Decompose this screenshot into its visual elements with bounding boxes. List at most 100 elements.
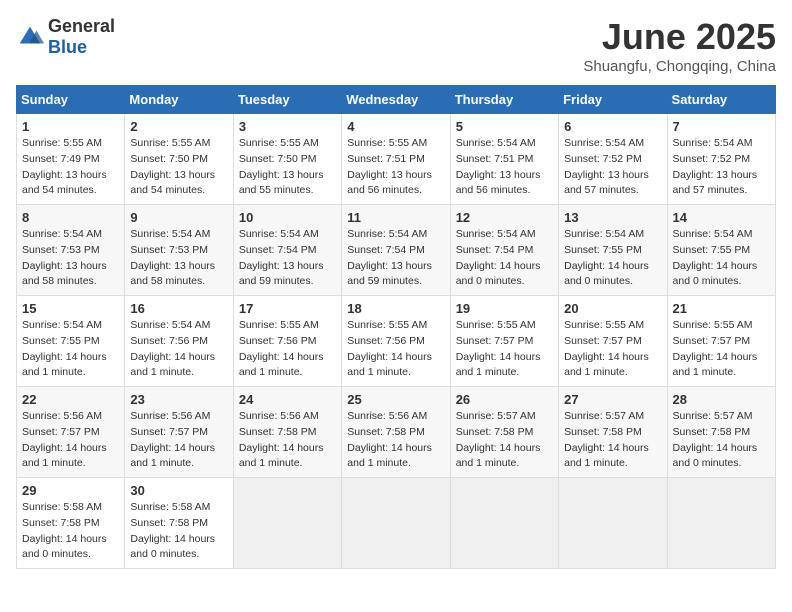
table-row: 29 Sunrise: 5:58 AM Sunset: 7:58 PM Dayl… [17, 478, 125, 569]
sunrise-label: Sunrise: 5:54 AM [456, 137, 536, 149]
day-info: Sunrise: 5:54 AM Sunset: 7:53 PM Dayligh… [130, 227, 227, 290]
day-number: 19 [456, 301, 553, 316]
daylight-label: Daylight: 13 hours and 56 minutes. [347, 169, 432, 197]
sunrise-label: Sunrise: 5:54 AM [347, 228, 427, 240]
sunset-label: Sunset: 7:58 PM [564, 426, 642, 438]
calendar-title: June 2025 [583, 16, 776, 58]
calendar-week-row: 1 Sunrise: 5:55 AM Sunset: 7:49 PM Dayli… [17, 114, 776, 205]
day-number: 7 [673, 119, 770, 134]
table-row: 24 Sunrise: 5:56 AM Sunset: 7:58 PM Dayl… [233, 387, 341, 478]
calendar-week-row: 22 Sunrise: 5:56 AM Sunset: 7:57 PM Dayl… [17, 387, 776, 478]
day-number: 24 [239, 392, 336, 407]
sunrise-label: Sunrise: 5:57 AM [564, 410, 644, 422]
table-row [342, 478, 450, 569]
sunrise-label: Sunrise: 5:56 AM [22, 410, 102, 422]
day-number: 1 [22, 119, 119, 134]
sunrise-label: Sunrise: 5:56 AM [130, 410, 210, 422]
day-info: Sunrise: 5:57 AM Sunset: 7:58 PM Dayligh… [673, 409, 770, 472]
table-row: 28 Sunrise: 5:57 AM Sunset: 7:58 PM Dayl… [667, 387, 775, 478]
sunset-label: Sunset: 7:52 PM [673, 153, 751, 165]
day-number: 22 [22, 392, 119, 407]
table-row: 30 Sunrise: 5:58 AM Sunset: 7:58 PM Dayl… [125, 478, 233, 569]
sunset-label: Sunset: 7:55 PM [22, 335, 100, 347]
sunset-label: Sunset: 7:58 PM [347, 426, 425, 438]
day-number: 16 [130, 301, 227, 316]
day-info: Sunrise: 5:58 AM Sunset: 7:58 PM Dayligh… [130, 500, 227, 563]
day-info: Sunrise: 5:56 AM Sunset: 7:58 PM Dayligh… [347, 409, 444, 472]
daylight-label: Daylight: 13 hours and 54 minutes. [130, 169, 215, 197]
sunrise-label: Sunrise: 5:55 AM [564, 319, 644, 331]
daylight-label: Daylight: 14 hours and 1 minute. [22, 351, 107, 379]
header-wednesday: Wednesday [342, 86, 450, 114]
daylight-label: Daylight: 14 hours and 0 minutes. [130, 533, 215, 561]
sunset-label: Sunset: 7:50 PM [239, 153, 317, 165]
daylight-label: Daylight: 13 hours and 58 minutes. [22, 260, 107, 288]
table-row: 11 Sunrise: 5:54 AM Sunset: 7:54 PM Dayl… [342, 205, 450, 296]
daylight-label: Daylight: 14 hours and 0 minutes. [564, 260, 649, 288]
day-info: Sunrise: 5:55 AM Sunset: 7:56 PM Dayligh… [239, 318, 336, 381]
day-info: Sunrise: 5:55 AM Sunset: 7:57 PM Dayligh… [673, 318, 770, 381]
calendar-table: Sunday Monday Tuesday Wednesday Thursday… [16, 85, 776, 569]
sunrise-label: Sunrise: 5:57 AM [673, 410, 753, 422]
day-number: 26 [456, 392, 553, 407]
sunset-label: Sunset: 7:58 PM [22, 517, 100, 529]
day-number: 10 [239, 210, 336, 225]
sunset-label: Sunset: 7:54 PM [347, 244, 425, 256]
sunset-label: Sunset: 7:57 PM [22, 426, 100, 438]
table-row [667, 478, 775, 569]
daylight-label: Daylight: 14 hours and 1 minute. [347, 351, 432, 379]
calendar-header: General Blue June 2025 Shuangfu, Chongqi… [16, 16, 776, 75]
day-info: Sunrise: 5:55 AM Sunset: 7:50 PM Dayligh… [130, 136, 227, 199]
sunrise-label: Sunrise: 5:54 AM [673, 228, 753, 240]
day-info: Sunrise: 5:54 AM Sunset: 7:55 PM Dayligh… [564, 227, 661, 290]
daylight-label: Daylight: 14 hours and 1 minute. [564, 442, 649, 470]
daylight-label: Daylight: 14 hours and 0 minutes. [22, 533, 107, 561]
table-row: 26 Sunrise: 5:57 AM Sunset: 7:58 PM Dayl… [450, 387, 558, 478]
day-number: 8 [22, 210, 119, 225]
header-monday: Monday [125, 86, 233, 114]
day-info: Sunrise: 5:54 AM Sunset: 7:55 PM Dayligh… [22, 318, 119, 381]
logo-blue: Blue [48, 37, 87, 57]
logo-general: General [48, 16, 115, 36]
day-number: 29 [22, 483, 119, 498]
header-row: Sunday Monday Tuesday Wednesday Thursday… [17, 86, 776, 114]
sunset-label: Sunset: 7:54 PM [456, 244, 534, 256]
day-info: Sunrise: 5:55 AM Sunset: 7:51 PM Dayligh… [347, 136, 444, 199]
sunrise-label: Sunrise: 5:54 AM [239, 228, 319, 240]
sunrise-label: Sunrise: 5:54 AM [130, 319, 210, 331]
daylight-label: Daylight: 13 hours and 58 minutes. [130, 260, 215, 288]
table-row: 15 Sunrise: 5:54 AM Sunset: 7:55 PM Dayl… [17, 296, 125, 387]
sunrise-label: Sunrise: 5:55 AM [347, 319, 427, 331]
sunset-label: Sunset: 7:55 PM [673, 244, 751, 256]
daylight-label: Daylight: 13 hours and 55 minutes. [239, 169, 324, 197]
header-sunday: Sunday [17, 86, 125, 114]
table-row: 27 Sunrise: 5:57 AM Sunset: 7:58 PM Dayl… [559, 387, 667, 478]
sunrise-label: Sunrise: 5:54 AM [130, 228, 210, 240]
daylight-label: Daylight: 14 hours and 1 minute. [456, 442, 541, 470]
sunrise-label: Sunrise: 5:54 AM [456, 228, 536, 240]
day-info: Sunrise: 5:54 AM Sunset: 7:54 PM Dayligh… [347, 227, 444, 290]
table-row: 4 Sunrise: 5:55 AM Sunset: 7:51 PM Dayli… [342, 114, 450, 205]
day-number: 30 [130, 483, 227, 498]
day-info: Sunrise: 5:56 AM Sunset: 7:57 PM Dayligh… [130, 409, 227, 472]
table-row: 9 Sunrise: 5:54 AM Sunset: 7:53 PM Dayli… [125, 205, 233, 296]
calendar-week-row: 15 Sunrise: 5:54 AM Sunset: 7:55 PM Dayl… [17, 296, 776, 387]
table-row: 13 Sunrise: 5:54 AM Sunset: 7:55 PM Dayl… [559, 205, 667, 296]
table-row: 23 Sunrise: 5:56 AM Sunset: 7:57 PM Dayl… [125, 387, 233, 478]
sunset-label: Sunset: 7:57 PM [564, 335, 642, 347]
daylight-label: Daylight: 14 hours and 1 minute. [22, 442, 107, 470]
day-number: 12 [456, 210, 553, 225]
sunset-label: Sunset: 7:49 PM [22, 153, 100, 165]
sunset-label: Sunset: 7:51 PM [456, 153, 534, 165]
sunrise-label: Sunrise: 5:54 AM [22, 228, 102, 240]
day-number: 4 [347, 119, 444, 134]
day-info: Sunrise: 5:54 AM Sunset: 7:52 PM Dayligh… [564, 136, 661, 199]
day-info: Sunrise: 5:54 AM Sunset: 7:55 PM Dayligh… [673, 227, 770, 290]
daylight-label: Daylight: 14 hours and 1 minute. [347, 442, 432, 470]
day-info: Sunrise: 5:54 AM Sunset: 7:54 PM Dayligh… [456, 227, 553, 290]
day-number: 18 [347, 301, 444, 316]
table-row: 19 Sunrise: 5:55 AM Sunset: 7:57 PM Dayl… [450, 296, 558, 387]
table-row: 2 Sunrise: 5:55 AM Sunset: 7:50 PM Dayli… [125, 114, 233, 205]
sunrise-label: Sunrise: 5:55 AM [456, 319, 536, 331]
table-row: 3 Sunrise: 5:55 AM Sunset: 7:50 PM Dayli… [233, 114, 341, 205]
